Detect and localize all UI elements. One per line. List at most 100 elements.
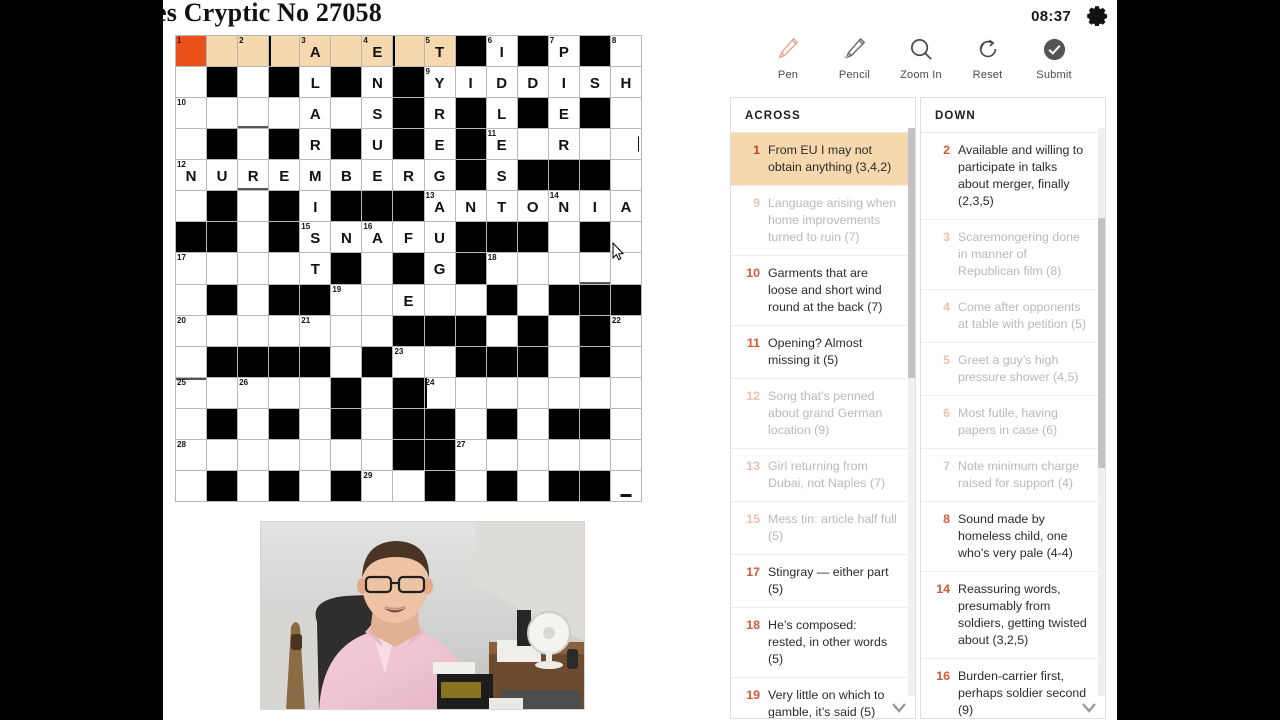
grid-cell[interactable] (300, 470, 331, 501)
grid-cell[interactable] (207, 377, 238, 408)
grid-cell[interactable] (548, 315, 579, 346)
grid-cell[interactable] (517, 129, 548, 160)
grid-cell[interactable] (393, 36, 424, 67)
clue-item[interactable]: 5 Greet a guy’s high pressure shower (4,5… (921, 343, 1105, 396)
grid-cell[interactable]: 18 (486, 253, 517, 284)
grid-cell[interactable] (548, 377, 579, 408)
clue-item[interactable]: 2 Available and willing to participate in… (921, 133, 1105, 220)
grid-cell[interactable]: N (331, 222, 362, 253)
grid-cell[interactable] (238, 253, 269, 284)
grid-cell[interactable] (207, 439, 238, 470)
grid-cell[interactable] (238, 191, 269, 222)
submit-button[interactable]: Submit (1023, 34, 1085, 81)
grid-cell[interactable] (455, 377, 486, 408)
grid-cell[interactable] (207, 98, 238, 129)
grid-cell[interactable]: 25 (176, 377, 207, 408)
clue-item[interactable]: 3 Scaremongering done in manner of Republ… (921, 220, 1105, 290)
clue-item[interactable]: 11 Opening? Almost missing it (5) (731, 326, 915, 379)
grid-cell[interactable] (269, 98, 300, 129)
clue-item[interactable]: 8 Sound made by homeless child, one who’s… (921, 502, 1105, 572)
clue-item[interactable]: 14 Reassuring words, presumably from sold… (921, 572, 1105, 659)
pencil-tool-button[interactable]: Pencil (824, 34, 886, 81)
grid-cell[interactable] (300, 408, 331, 439)
grid-cell[interactable] (362, 408, 393, 439)
clue-item[interactable]: 6 Most futile, having papers in case (6) (921, 396, 1105, 449)
grid-cell[interactable]: S (362, 98, 393, 129)
clue-item[interactable]: 7 Note minimum charge raised for support … (921, 449, 1105, 502)
grid-cell[interactable] (269, 253, 300, 284)
grid-cell[interactable]: N (362, 67, 393, 98)
grid-cell[interactable] (579, 377, 610, 408)
grid-cell[interactable]: I (455, 67, 486, 98)
clue-item[interactable]: 4 Come after opponents at table with peti… (921, 290, 1105, 343)
grid-cell[interactable]: U (207, 160, 238, 191)
grid-cell[interactable]: 29 (362, 470, 393, 501)
grid-cell[interactable]: 10 (176, 98, 207, 129)
grid-cell[interactable]: 7P (548, 36, 579, 67)
gear-icon[interactable] (1085, 4, 1109, 28)
grid-cell[interactable]: T (486, 191, 517, 222)
grid-cell[interactable]: R (548, 129, 579, 160)
grid-cell[interactable] (548, 253, 579, 284)
grid-cell[interactable] (517, 408, 548, 439)
grid-cell[interactable] (610, 377, 641, 408)
grid-cell[interactable] (238, 439, 269, 470)
grid-cell[interactable] (207, 315, 238, 346)
grid-cell[interactable]: A (300, 98, 331, 129)
grid-cell[interactable] (300, 377, 331, 408)
grid-cell[interactable] (269, 315, 300, 346)
grid-cell[interactable]: R (393, 160, 424, 191)
pen-tool-button[interactable]: Pen (757, 34, 819, 81)
grid-cell[interactable]: 11 E (486, 129, 517, 160)
grid-cell[interactable]: R (238, 160, 269, 191)
grid-cell[interactable]: F (393, 222, 424, 253)
grid-cell[interactable]: D (517, 67, 548, 98)
grid-cell[interactable] (362, 315, 393, 346)
grid-cell[interactable] (300, 439, 331, 470)
grid-cell[interactable] (610, 439, 641, 470)
grid-cell[interactable] (176, 346, 207, 377)
grid-cell[interactable]: 5T (424, 36, 455, 67)
grid-cell[interactable] (486, 315, 517, 346)
grid-cell[interactable]: I (300, 191, 331, 222)
grid-cell[interactable] (238, 284, 269, 315)
grid-cell[interactable]: 19 (331, 284, 362, 315)
grid-cell[interactable] (238, 315, 269, 346)
clue-item[interactable]: 18 He’s composed: rested, in other words … (731, 608, 915, 678)
across-scroll-down-icon[interactable] (890, 698, 908, 716)
grid-cell[interactable]: 14 N (548, 191, 579, 222)
grid-cell[interactable] (579, 129, 610, 160)
grid-cell[interactable] (610, 129, 641, 160)
grid-cell[interactable] (455, 470, 486, 501)
grid-cell[interactable]: 22 (610, 315, 641, 346)
clue-item[interactable]: 12 Song that’s penned about grand German … (731, 379, 915, 449)
grid-cell[interactable] (486, 439, 517, 470)
grid-cell[interactable]: 13 A (424, 191, 455, 222)
grid-cell[interactable] (517, 253, 548, 284)
clue-item[interactable]: 17 Stingray — either part (5) (731, 555, 915, 608)
grid-cell[interactable] (610, 408, 641, 439)
grid-cell[interactable]: 6I (486, 36, 517, 67)
grid-cell[interactable] (610, 98, 641, 129)
grid-cell[interactable] (331, 315, 362, 346)
grid-cell[interactable] (176, 67, 207, 98)
crossword-grid[interactable]: 1 2 3 A 4 E 5 T 6 I 7 P 8 L N 9 Y I D D I S H 10 A S R L E R U E 11 E R 12 N… (175, 35, 642, 502)
grid-cell[interactable]: I (579, 191, 610, 222)
grid-cell[interactable] (579, 253, 610, 284)
grid-cell[interactable]: N (455, 191, 486, 222)
grid-cell[interactable]: E (269, 160, 300, 191)
grid-cell[interactable]: 16 A (362, 222, 393, 253)
grid-cell[interactable] (238, 408, 269, 439)
zoom-in-button[interactable]: Zoom In (890, 34, 952, 81)
grid-cell[interactable]: D (486, 67, 517, 98)
grid-cell[interactable]: 8 (610, 36, 641, 67)
clue-item[interactable]: 10 Garments that are loose and short wind… (731, 256, 915, 326)
grid-cell[interactable]: S (486, 160, 517, 191)
clue-item[interactable]: 19 Very little on which to gamble, it’s s… (731, 678, 915, 718)
down-scrollbar[interactable] (1098, 128, 1105, 696)
grid-cell[interactable] (362, 284, 393, 315)
grid-cell[interactable]: 1 (176, 36, 207, 67)
grid-cell[interactable] (362, 439, 393, 470)
grid-cell[interactable] (362, 253, 393, 284)
down-scroll-down-icon[interactable] (1080, 698, 1098, 716)
